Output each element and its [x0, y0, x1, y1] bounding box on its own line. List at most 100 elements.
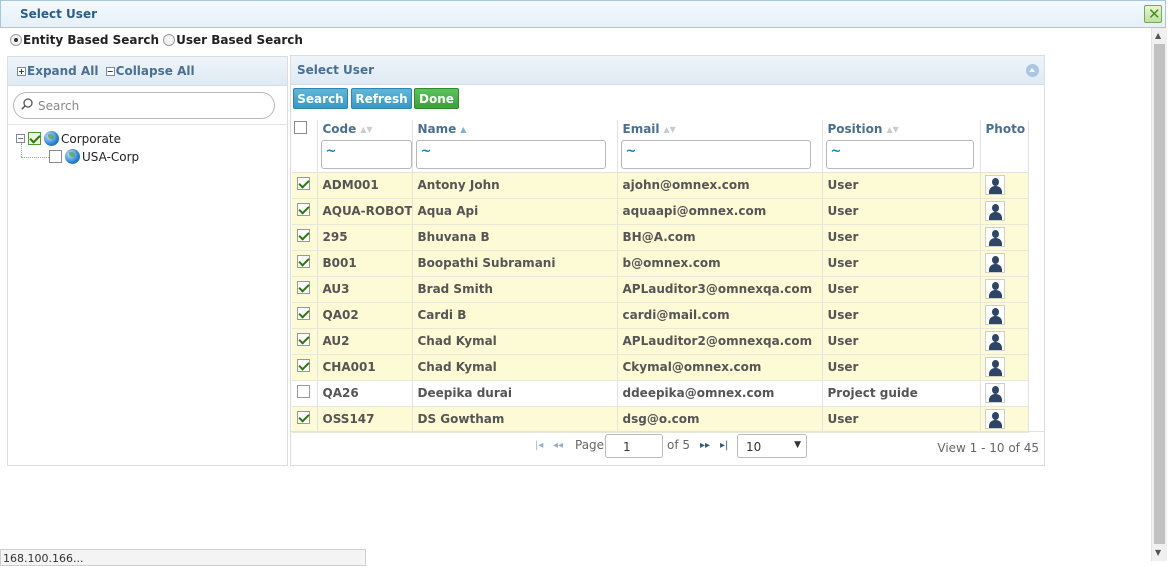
row-checkbox[interactable] — [297, 177, 310, 190]
prev-page-icon[interactable]: ◂◂ — [553, 440, 563, 451]
row-checkbox[interactable] — [297, 229, 310, 242]
user-avatar-icon[interactable] — [984, 331, 1005, 351]
cell-code: CHA001 — [317, 354, 413, 381]
tree-search-input[interactable]: Search — [13, 92, 275, 119]
tree-node-usa-corp[interactable]: USA-Corp — [49, 149, 139, 164]
close-button[interactable]: ✕ — [1144, 5, 1162, 23]
user-search-label[interactable]: User Based Search — [176, 33, 303, 47]
cell-email: APLauditor3@omnexqa.com — [617, 276, 823, 303]
cell-code: QA26 — [317, 380, 413, 407]
user-avatar-icon[interactable] — [984, 175, 1005, 195]
cell-name: Chad Kymal — [412, 328, 618, 355]
table-row[interactable]: QA02 Cardi Bcardi@mail.com User — [292, 302, 1029, 329]
table-row[interactable]: AU3 Brad Smith APLauditor3@omnexqa.com User — [292, 276, 1029, 303]
sort-asc-icon: ▲ — [460, 125, 467, 134]
refresh-button[interactable]: Refresh — [351, 88, 412, 109]
cell-email: ajohn@omnex.com — [617, 172, 823, 199]
table-row[interactable]: CHA001 Chad Kymal Ckymal@omnex.com User — [292, 354, 1029, 381]
last-page-icon[interactable]: ▸| — [720, 440, 728, 451]
name-filter-input[interactable]: ~ — [415, 140, 606, 169]
row-checkbox[interactable] — [297, 333, 310, 346]
select-all-checkbox[interactable] — [294, 121, 307, 134]
user-avatar-icon[interactable] — [984, 201, 1005, 221]
filter-cell-empty — [292, 138, 318, 173]
filter-cell-position: ~ — [822, 138, 981, 173]
table-row[interactable]: AQUA-ROBOT Aqua Api aquaapi@omnex.com User — [292, 198, 1029, 225]
tree-node-corporate[interactable]: − Corporate — [16, 131, 121, 146]
collapse-panel-icon[interactable] — [1026, 64, 1039, 77]
position-filter-input[interactable]: ~ — [825, 140, 974, 169]
filter-cell-name: ~ — [412, 138, 618, 173]
column-header-name[interactable]: Name ▲ — [412, 120, 618, 138]
scroll-up-icon[interactable]: ▲ — [1155, 31, 1161, 40]
cell-code: AU2 — [317, 328, 413, 355]
column-header-row: Code ▲▼ Name ▲ Email ▲▼ Position ▲▼ Photo — [292, 120, 1029, 138]
table-row[interactable]: OSS147 DS Gowtham dsg@o.com User — [292, 406, 1029, 433]
entity-search-label[interactable]: Entity Based Search — [23, 33, 159, 47]
status-bar: 168.100.166... — [0, 549, 366, 566]
tree-node-label[interactable]: USA-Corp — [82, 150, 139, 164]
column-header-code[interactable]: Code ▲▼ — [317, 120, 413, 138]
user-avatar-icon[interactable] — [984, 383, 1005, 403]
scrollbar-thumb[interactable] — [1154, 44, 1165, 544]
user-avatar-icon[interactable] — [984, 227, 1005, 247]
node-collapse-icon[interactable]: − — [16, 134, 25, 143]
row-checkbox[interactable] — [297, 281, 310, 294]
search-button[interactable]: Search — [293, 88, 348, 109]
globe-icon — [44, 131, 59, 146]
table-row[interactable]: ADM001 Antony John ajohn@omnex.com User — [292, 172, 1029, 199]
table-row[interactable]: AU2 Chad Kymal APLauditor2@omnexqa.com User — [292, 328, 1029, 355]
user-search-radio[interactable] — [163, 34, 176, 46]
cell-name: Chad Kymal — [412, 354, 618, 381]
column-header-email[interactable]: Email ▲▼ — [617, 120, 823, 138]
email-filter-input[interactable]: ~ — [620, 140, 811, 169]
cell-photo — [980, 172, 1029, 199]
row-select-cell — [292, 250, 318, 277]
table-row[interactable]: B001 Boopathi Subramani b@omnex.com User — [292, 250, 1029, 277]
column-label: Photo — [985, 122, 1026, 136]
done-button[interactable]: Done — [414, 88, 459, 109]
row-checkbox[interactable] — [297, 411, 310, 424]
cell-code: AQUA-ROBOT — [317, 198, 413, 225]
rows-per-page-select[interactable]: 10 ▼ — [737, 434, 807, 458]
pager: |◂ ◂◂ Page 1 of 5 ▸▸ ▸| 10 ▼ View 1 - 10… — [291, 431, 1044, 465]
user-avatar-icon[interactable] — [984, 357, 1005, 377]
cell-email: Ckymal@omnex.com — [617, 354, 823, 381]
expand-icon[interactable]: + — [17, 67, 26, 76]
column-header-position[interactable]: Position ▲▼ — [822, 120, 981, 138]
tree-node-label[interactable]: Corporate — [61, 132, 121, 146]
cell-code: AU3 — [317, 276, 413, 303]
entity-search-radio[interactable] — [10, 34, 22, 46]
row-checkbox[interactable] — [297, 255, 310, 268]
rows-per-page-value: 10 — [746, 440, 762, 454]
user-avatar-icon[interactable] — [984, 279, 1005, 299]
first-page-icon[interactable]: |◂ — [535, 440, 543, 451]
cell-position: Project guide — [822, 380, 981, 407]
row-checkbox[interactable] — [297, 203, 310, 216]
page-number-input[interactable]: 1 — [605, 434, 663, 458]
table-row[interactable]: 295 Bhuvana B BH@A.com User — [292, 224, 1029, 251]
node-checkbox[interactable] — [49, 150, 62, 163]
table-row[interactable]: QA26 Deepika durai ddeepika@omnex.com Proje… — [292, 380, 1029, 407]
next-page-icon[interactable]: ▸▸ — [700, 440, 710, 451]
user-avatar-icon[interactable] — [984, 305, 1005, 325]
row-checkbox[interactable] — [297, 359, 310, 372]
row-checkbox[interactable] — [297, 385, 310, 398]
user-avatar-icon[interactable] — [984, 253, 1005, 273]
dialog-title-bar: Select User ✕ — [0, 0, 1166, 28]
scroll-down-icon[interactable]: ▼ — [1155, 548, 1161, 557]
collapse-all-link[interactable]: Collapse All — [116, 64, 195, 78]
cell-position: User — [822, 250, 981, 277]
node-checkbox[interactable] — [28, 132, 41, 145]
expand-all-link[interactable]: Expand All — [27, 64, 98, 78]
code-filter-input[interactable]: ~ — [320, 140, 412, 169]
user-avatar-icon[interactable] — [984, 409, 1005, 429]
cell-name: Cardi B — [412, 302, 618, 329]
vertical-scrollbar[interactable]: ▲ ▼ — [1151, 28, 1167, 561]
cell-name: Brad Smith — [412, 276, 618, 303]
collapse-icon[interactable]: − — [105, 67, 115, 76]
cell-email: APLauditor2@omnexqa.com — [617, 328, 823, 355]
row-select-cell — [292, 224, 318, 251]
cell-name: Aqua Api — [412, 198, 618, 225]
row-checkbox[interactable] — [297, 307, 310, 320]
